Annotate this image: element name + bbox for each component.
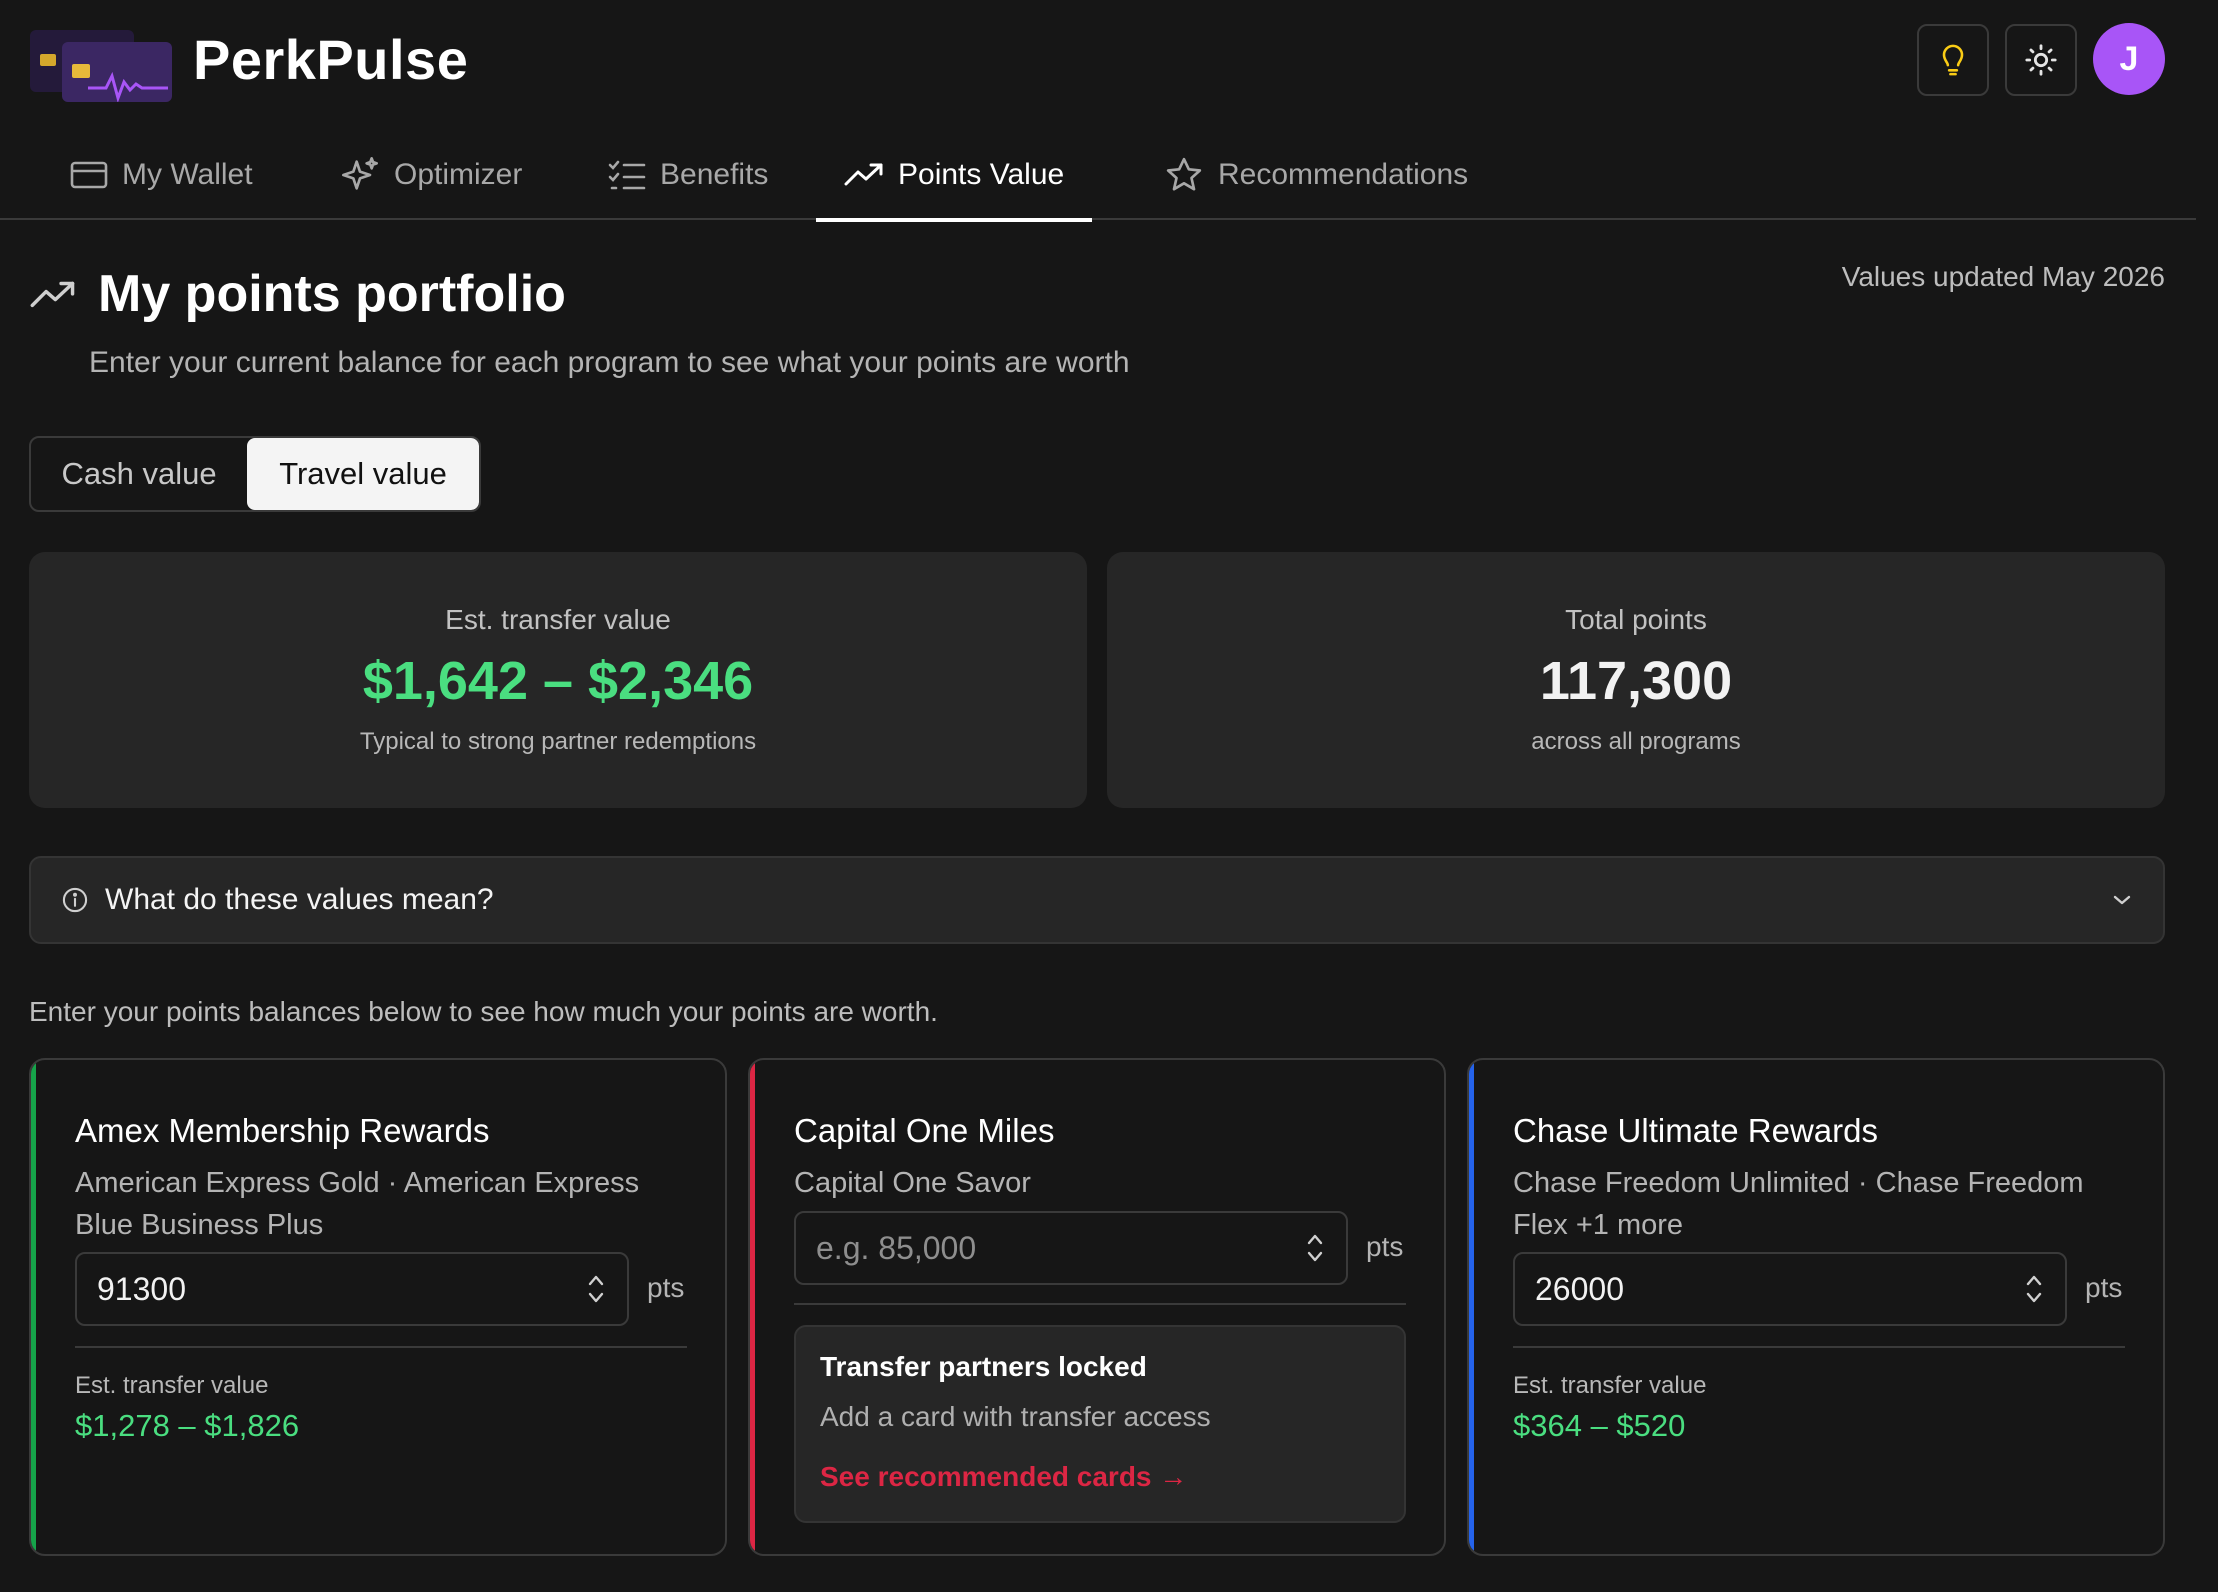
- stat-value: $1,642 – $2,346: [362, 651, 754, 711]
- est-transfer-label: Est. transfer value: [1513, 1372, 1707, 1399]
- program-card-chase: Chase Ultimate Rewards Chase Freedom Unl…: [1467, 1058, 2165, 1556]
- tab-label: Points Value: [898, 158, 1065, 191]
- tab-label: My Wallet: [122, 158, 253, 191]
- stepper-icon[interactable]: [585, 1271, 607, 1307]
- program-title: Chase Ultimate Rewards: [1513, 1112, 1878, 1149]
- est-transfer-value: $364 – $520: [1513, 1408, 1686, 1443]
- stat-note: across all programs: [1531, 728, 1741, 755]
- divider: [794, 1303, 1406, 1305]
- star-icon: [1166, 157, 1202, 191]
- stepper-icon[interactable]: [2023, 1271, 2045, 1307]
- points-unit: pts: [1366, 1231, 1404, 1262]
- page-subtitle: Enter your current balance for each prog…: [89, 346, 1130, 379]
- divider: [75, 1346, 687, 1348]
- stat-value: 117,300: [1539, 651, 1733, 711]
- trending-up-icon: [30, 280, 76, 315]
- tab-label: Recommendations: [1218, 158, 1469, 191]
- total-points-summary-card: Total points 117,300 across all programs: [1107, 552, 2165, 808]
- tips-button[interactable]: [1917, 24, 1989, 96]
- points-balance-input[interactable]: 91300: [75, 1252, 629, 1326]
- program-card-capital-one: Capital One Miles Capital One Savor e.g.…: [748, 1058, 1446, 1556]
- values-updated-date: Values updated May 2026: [1841, 261, 2165, 292]
- accordion-question: What do these values mean?: [105, 883, 494, 916]
- tab-optimizer[interactable]: Optimizer: [312, 130, 550, 220]
- balance-value: 91300: [97, 1270, 186, 1307]
- card-accent: [31, 1060, 36, 1554]
- sun-icon: [2025, 44, 2057, 76]
- tab-label: Benefits: [660, 158, 769, 191]
- balance-value: 26000: [1535, 1270, 1624, 1307]
- locked-title: Transfer partners locked: [820, 1351, 1147, 1382]
- values-explainer-accordion[interactable]: What do these values mean?: [29, 856, 2165, 944]
- card-accent: [750, 1060, 755, 1554]
- brand-name: PerkPulse: [193, 28, 469, 91]
- transfer-value-summary-card: Est. transfer value $1,642 – $2,346 Typi…: [29, 552, 1087, 808]
- balances-hint: Enter your points balances below to see …: [29, 996, 938, 1027]
- tab-points-value[interactable]: Points Value: [816, 130, 1093, 222]
- points-unit: pts: [2085, 1272, 2123, 1303]
- program-cards-list: Capital One Savor: [794, 1167, 1031, 1199]
- est-transfer-value: $1,278 – $1,826: [75, 1408, 300, 1443]
- lightbulb-icon: [1942, 44, 1964, 76]
- trending-up-icon: [844, 163, 883, 186]
- tab-label: Optimizer: [394, 158, 523, 191]
- chevron-down-icon: [2113, 895, 2131, 905]
- brand-logo: [30, 26, 172, 103]
- wallet-icon: [70, 161, 108, 189]
- tab-recommendations[interactable]: Recommendations: [1136, 130, 1496, 220]
- main-tabs: My Wallet Optimizer Benefits Points Valu…: [0, 130, 2196, 222]
- info-icon: [62, 887, 88, 913]
- tab-benefits[interactable]: Benefits: [580, 130, 796, 220]
- program-card-amex: Amex Membership Rewards American Express…: [29, 1058, 727, 1556]
- points-balance-input[interactable]: e.g. 85,000: [794, 1211, 1348, 1285]
- checklist-icon: [608, 160, 646, 190]
- program-cards-list: Chase Freedom Unlimited · Chase Freedom …: [1513, 1167, 2084, 1241]
- points-unit: pts: [647, 1272, 685, 1303]
- travel-value-option[interactable]: Travel value: [247, 438, 479, 510]
- stat-note: Typical to strong partner redemptions: [359, 728, 757, 755]
- program-title: Capital One Miles: [794, 1112, 1055, 1149]
- theme-toggle-button[interactable]: [2005, 24, 2077, 96]
- cash-value-option[interactable]: Cash value: [31, 438, 247, 510]
- locked-subtitle: Add a card with transfer access: [820, 1401, 1211, 1432]
- user-avatar[interactable]: J: [2093, 23, 2165, 95]
- transfer-locked-panel: Transfer partners locked Add a card with…: [794, 1325, 1406, 1523]
- program-cards-list: American Express Gold · American Express…: [75, 1167, 640, 1241]
- balance-placeholder: e.g. 85,000: [816, 1229, 977, 1266]
- stat-label: Est. transfer value: [445, 604, 671, 635]
- divider: [1513, 1346, 2125, 1348]
- tab-my-wallet[interactable]: My Wallet: [42, 130, 281, 220]
- see-recommended-cards-link[interactable]: See recommended cards →: [820, 1461, 1380, 1493]
- page-title: My points portfolio: [98, 265, 566, 323]
- card-accent: [1469, 1060, 1474, 1554]
- points-balance-input[interactable]: 26000: [1513, 1252, 2067, 1326]
- est-transfer-label: Est. transfer value: [75, 1372, 269, 1399]
- stat-label: Total points: [1565, 604, 1707, 635]
- sparkles-icon: [342, 157, 378, 190]
- program-title: Amex Membership Rewards: [75, 1112, 490, 1149]
- stepper-icon[interactable]: [1304, 1230, 1326, 1266]
- value-mode-toggle: Cash value Travel value: [29, 436, 481, 512]
